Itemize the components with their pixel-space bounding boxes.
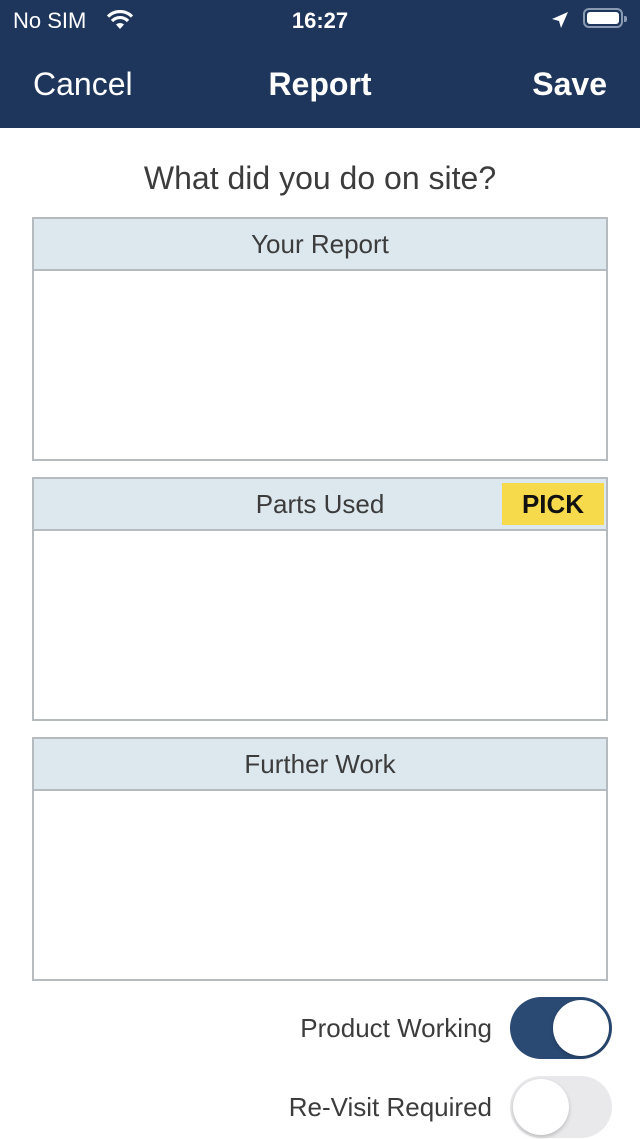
- revisit-required-toggle[interactable]: [510, 1076, 612, 1138]
- your-report-input[interactable]: [34, 271, 606, 461]
- question-heading: What did you do on site?: [143, 160, 497, 196]
- parts-used-section: Parts Used PICK: [32, 477, 608, 721]
- toggle-knob: [513, 1079, 569, 1135]
- section-header: Parts Used PICK: [34, 479, 606, 531]
- toggle-label: Re-Visit Required: [288, 1091, 492, 1122]
- your-report-section: Your Report: [32, 217, 608, 461]
- toggle-knob: [553, 1000, 609, 1056]
- status-bar: No SIM 16:27: [0, 0, 640, 40]
- further-work-section: Further Work: [32, 737, 608, 981]
- navigation-bar: No SIM 16:27 Cancel Report Save: [0, 0, 640, 128]
- save-button[interactable]: Save: [532, 66, 607, 103]
- pick-button[interactable]: PICK: [502, 483, 604, 525]
- product-working-toggle[interactable]: [510, 997, 612, 1059]
- section-header: Further Work: [34, 739, 606, 791]
- section-title: Parts Used: [255, 489, 385, 519]
- battery-icon: [583, 8, 627, 28]
- clock: 16:27: [291, 8, 349, 33]
- parts-used-input[interactable]: [34, 531, 606, 721]
- revisit-required-row: Re-Visit Required: [289, 1075, 612, 1139]
- toggle-label: Product Working: [300, 1012, 492, 1043]
- product-working-row: Product Working: [300, 996, 612, 1060]
- further-work-input[interactable]: [34, 791, 606, 981]
- location-arrow-icon: [550, 10, 570, 35]
- section-header: Your Report: [34, 219, 606, 271]
